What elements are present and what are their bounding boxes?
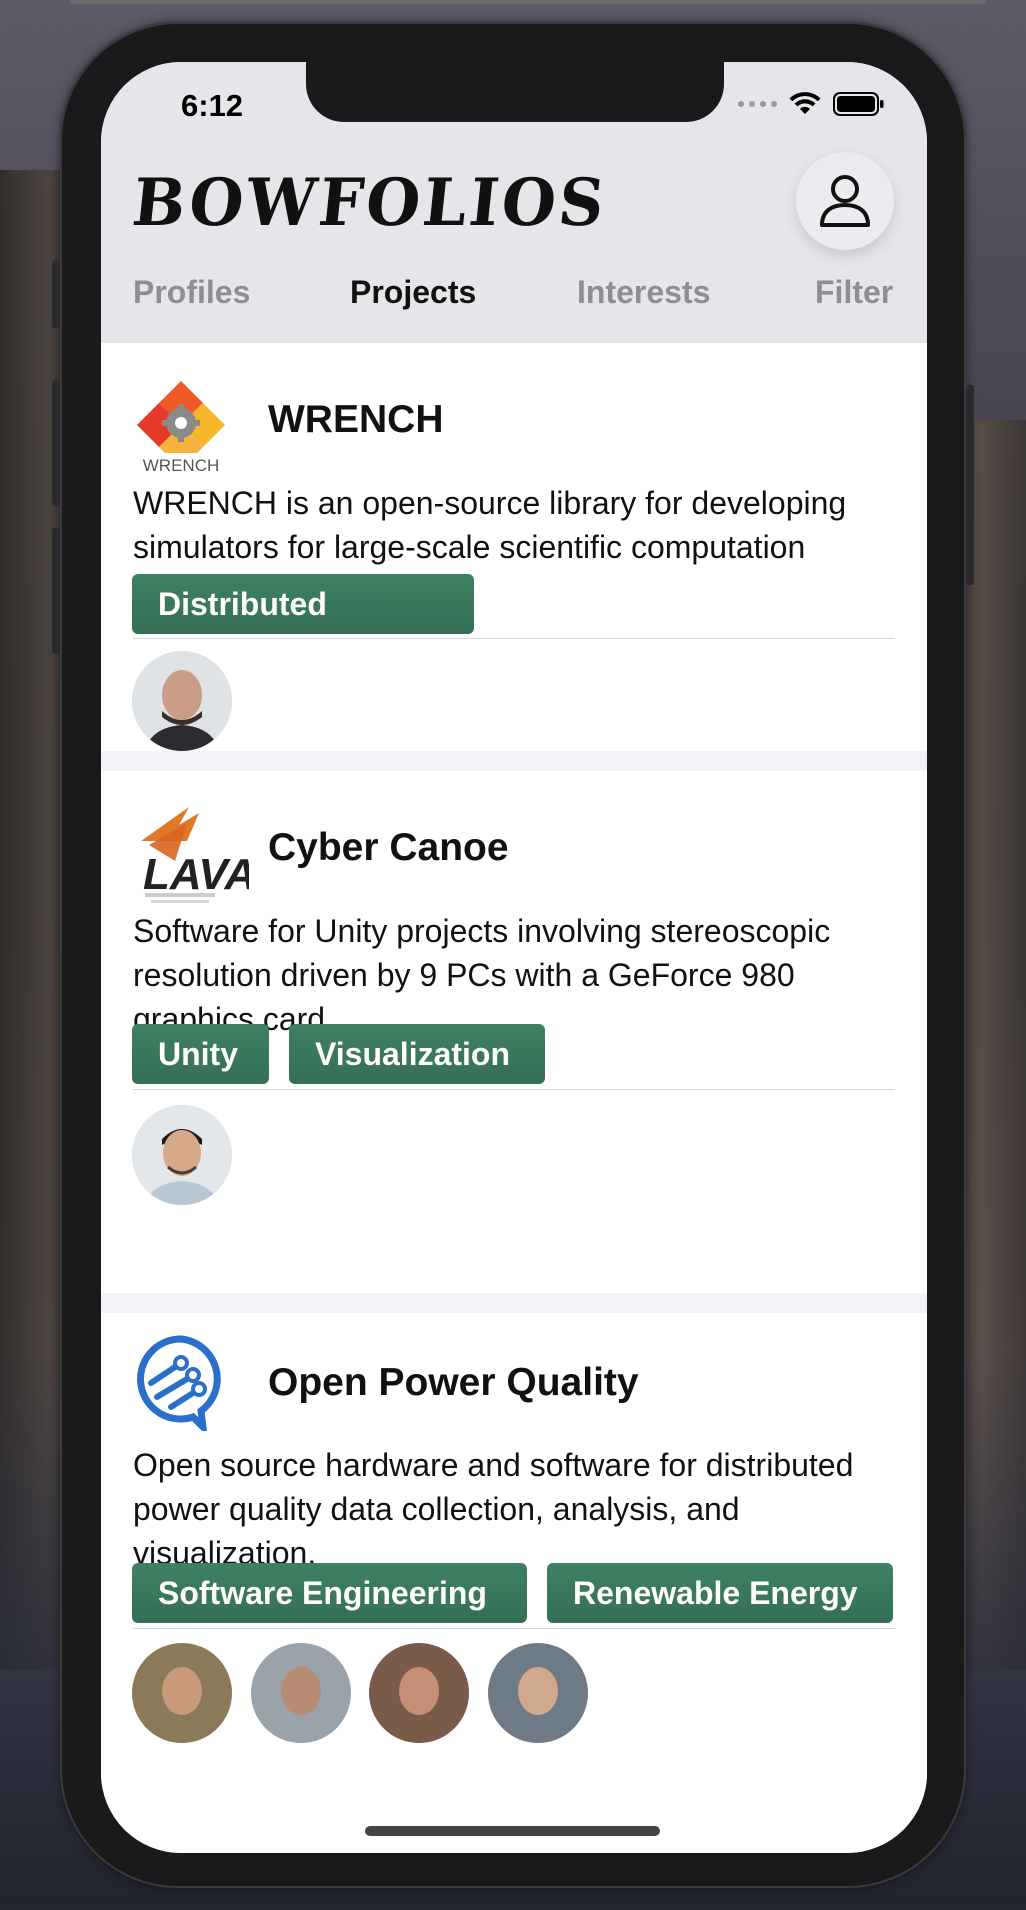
project-card[interactable]: Open Power Quality Open source hardware … <box>101 1313 927 1853</box>
person-photo-icon <box>251 1643 351 1743</box>
wifi-icon <box>789 92 821 114</box>
wrench-logo-text: WRENCH <box>143 456 220 475</box>
status-icons <box>738 92 885 116</box>
tab-filter[interactable]: Filter <box>815 274 893 311</box>
power-button <box>966 385 974 585</box>
participant-avatar[interactable] <box>369 1643 469 1743</box>
person-photo-icon <box>488 1643 588 1743</box>
project-title: Cyber Canoe <box>268 826 509 869</box>
app-header: 6:12 BOWFOLIOS Profiles Projects Interes… <box>101 62 927 343</box>
app-logo-title: BOWFOLIOS <box>128 164 611 241</box>
volume-down-button <box>52 528 60 654</box>
lava-logo-text: LAVA <box>143 850 249 899</box>
tab-profiles[interactable]: Profiles <box>133 274 250 311</box>
tab-projects[interactable]: Projects <box>350 274 476 311</box>
card-divider <box>133 638 895 639</box>
battery-icon <box>833 92 884 116</box>
status-time: 6:12 <box>181 88 244 123</box>
tab-interests[interactable]: Interests <box>577 274 710 311</box>
interest-tag[interactable]: Unity <box>132 1024 269 1084</box>
profile-button[interactable] <box>796 152 894 250</box>
person-icon <box>820 175 870 227</box>
card-divider <box>133 1089 895 1090</box>
project-card[interactable]: WRENCH WRENCH WRENCH is an open-source l… <box>101 343 927 751</box>
window-edge <box>70 0 986 4</box>
person-photo-icon <box>132 1105 232 1205</box>
app-screen: 6:12 BOWFOLIOS Profiles Projects Interes… <box>101 62 927 1853</box>
volume-up-button <box>52 380 60 506</box>
lava-logo: LAVA <box>141 807 249 903</box>
project-title: WRENCH <box>268 398 444 441</box>
tab-bar: Profiles Projects Interests Filter <box>101 274 927 324</box>
participant-avatar[interactable] <box>132 651 232 751</box>
participant-avatar[interactable] <box>251 1643 351 1743</box>
interest-tag[interactable]: Software Engineering <box>132 1563 527 1623</box>
card-divider <box>133 1628 895 1629</box>
wrench-logo: WRENCH <box>137 381 225 475</box>
project-description: Open source hardware and software for di… <box>133 1447 854 1571</box>
project-card[interactable]: LAVA Cyber Canoe Software for Unity proj… <box>101 771 927 1293</box>
project-title: Open Power Quality <box>268 1361 639 1404</box>
interest-tag[interactable]: Distributed Computing <box>132 574 474 682</box>
participant-avatar[interactable] <box>132 1643 232 1743</box>
interest-tag[interactable]: Renewable Energy <box>547 1563 893 1623</box>
participant-avatar[interactable] <box>488 1643 588 1743</box>
project-description: WRENCH is an open-source library for dev… <box>133 485 847 565</box>
person-photo-icon <box>132 651 232 751</box>
opq-logo <box>137 1335 221 1431</box>
device-notch <box>306 62 724 122</box>
interest-tag[interactable]: Visualization <box>289 1024 545 1084</box>
home-indicator[interactable] <box>365 1826 660 1836</box>
participant-avatar[interactable] <box>132 1105 232 1205</box>
person-photo-icon <box>369 1643 469 1743</box>
project-description: Software for Unity projects involving st… <box>133 913 831 1037</box>
person-photo-icon <box>132 1643 232 1743</box>
mute-switch <box>52 260 60 328</box>
cellular-signal-icon <box>738 101 777 107</box>
